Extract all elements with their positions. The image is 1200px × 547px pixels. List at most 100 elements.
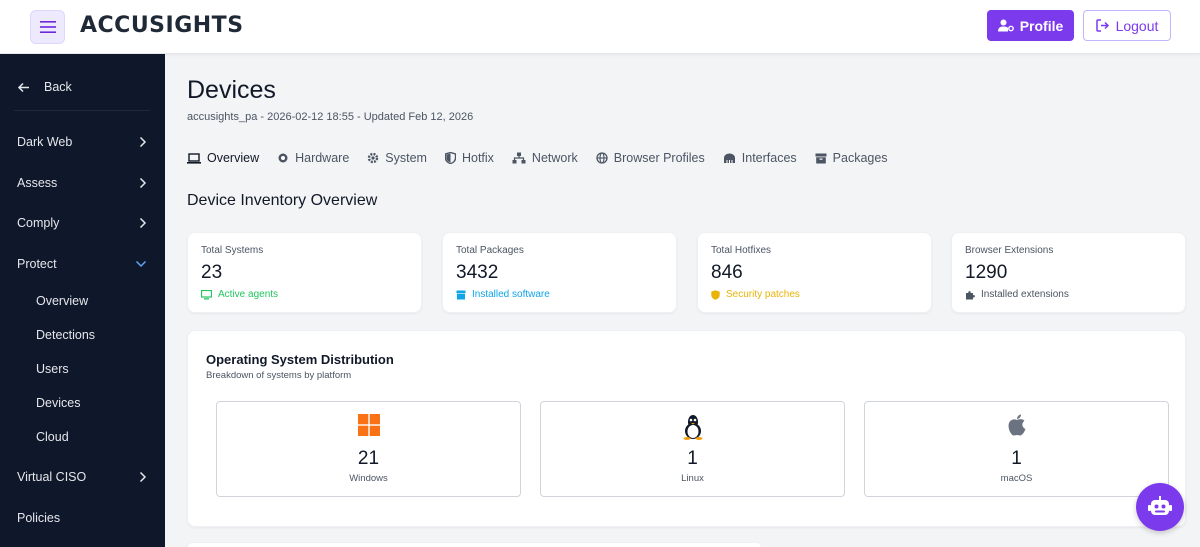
stat-value: 1290 [965,262,1008,283]
tab-label: Packages [832,151,888,165]
stat-label: Browser Extensions [965,245,1054,256]
linux-icon [683,415,702,440]
sidebar-back-link[interactable]: Back [17,80,72,94]
stat-footnote-text: Security patches [726,289,800,300]
tab-interfaces[interactable]: Interfaces [723,151,797,165]
stat-footnote-text: Installed software [472,289,550,300]
sidebar: Back Dark Web Assess Comply Protect Over… [0,54,165,547]
os-distribution-subtitle: Breakdown of systems by platform [206,370,352,381]
os-icon-wrap [541,414,844,440]
chevron-right-icon [139,471,147,483]
sidebar-item-comply[interactable]: Comply [17,216,147,230]
os-name: Windows [349,473,388,484]
sidebar-subitem-overview[interactable]: Overview [36,294,88,308]
stat-footnote: Active agents [201,289,278,300]
robot-icon [1148,496,1172,515]
stat-footnote-text: Active agents [218,289,279,300]
tab-packages[interactable]: Packages [815,151,888,165]
monitor-icon [201,289,212,299]
tab-label: Hotfix [461,151,494,165]
stat-value: 846 [711,262,743,283]
next-section-card [187,542,762,547]
gear-icon [368,152,379,164]
sidebar-item-label: Protect [17,257,57,271]
stat-label: Total Systems [201,245,264,256]
tab-hotfix[interactable]: Hotfix [444,151,494,165]
sidebar-item-protect[interactable]: Protect [17,257,147,271]
chevron-right-icon [139,177,147,189]
tab-network[interactable]: Network [512,151,578,165]
hamburger-icon [39,21,56,33]
tab-browser-profiles[interactable]: Browser Profiles [596,151,705,165]
stat-value: 3432 [456,262,499,283]
stat-value: 23 [201,262,223,283]
stat-footnote: Installed software [456,289,550,300]
box-icon [815,153,827,163]
tab-system[interactable]: System [367,151,427,165]
network-icon [512,152,526,164]
globe-icon [596,152,608,164]
os-count: 1 [1011,448,1022,469]
tab-hardware[interactable]: Hardware [277,151,349,165]
os-distribution-panel: Operating System Distribution Breakdown … [187,330,1186,527]
tab-label: System [385,151,427,165]
tab-label: Network [531,151,578,165]
stat-card-total-hotfixes: Total Hotfixes 846 Security patches [697,232,932,313]
stat-card-browser-extensions: Browser Extensions 1290 Installed extens… [951,232,1186,313]
sidebar-item-label: Policies [17,511,61,525]
stat-card-total-systems: Total Systems 23 Active agents [187,232,422,313]
os-icon-wrap [217,414,520,436]
sidebar-subitem-detections[interactable]: Detections [36,328,95,342]
chevron-down-icon [135,260,147,268]
stat-label: Total Packages [456,245,524,256]
puzzle-icon [966,290,975,299]
os-distribution-title: Operating System Distribution [206,352,394,367]
stat-footnote-text: Installed extensions [981,289,1069,300]
ethernet-icon [723,153,735,163]
stat-footnote: Security patches [711,289,800,300]
top-header: ACCUSIGHTS Profile Logout [0,0,1200,54]
sidebar-item-label: Comply [17,216,60,230]
profile-button[interactable]: Profile [987,10,1074,41]
logout-button[interactable]: Logout [1083,10,1171,41]
arrow-left-icon [17,82,29,92]
shield-icon [711,289,720,300]
sidebar-item-dark-web[interactable]: Dark Web [17,135,147,149]
sidebar-subitem-devices[interactable]: Devices [36,396,80,410]
os-card-windows: 21 Windows [216,401,521,497]
profile-button-label: Profile [1019,17,1064,34]
menu-toggle-button[interactable] [30,10,65,44]
package-icon [456,290,466,299]
sidebar-item-label: Virtual CISO [17,470,87,484]
os-icon-wrap [865,414,1168,436]
sidebar-back-label: Back [44,80,72,94]
sidebar-subitem-cloud[interactable]: Cloud [36,430,69,444]
sidebar-item-label: Dark Web [17,135,73,149]
tab-overview[interactable]: Overview [187,151,259,165]
stat-card-total-packages: Total Packages 3432 Installed software [442,232,677,313]
os-count: 1 [687,448,698,469]
tab-label: Hardware [295,151,350,165]
os-name: macOS [1000,473,1033,484]
chevron-right-icon [139,136,147,148]
logout-button-label: Logout [1115,17,1159,34]
sidebar-item-label: Assess [17,176,58,190]
logout-icon [1095,19,1109,32]
tab-bar: Overview Hardware System Hotfix Network [187,151,906,165]
page-title: Devices [187,76,276,104]
os-name: Linux [681,473,704,484]
sidebar-item-assess[interactable]: Assess [17,176,147,190]
sidebar-item-virtual-ciso[interactable]: Virtual CISO [17,470,147,484]
stat-label: Total Hotfixes [711,245,772,256]
sidebar-item-policies[interactable]: Policies [17,511,147,525]
chatbot-button[interactable] [1136,483,1184,531]
microchip-icon [278,153,288,163]
sidebar-subitem-users[interactable]: Users [36,362,69,376]
stat-footnote: Installed extensions [965,289,1069,300]
os-card-linux: 1 Linux [540,401,845,497]
chevron-right-icon [139,217,147,229]
apple-icon [1008,414,1025,436]
brand-logo: ACCUSIGHTS [80,13,244,38]
tab-label: Browser Profiles [613,151,705,165]
os-count: 21 [357,448,380,469]
